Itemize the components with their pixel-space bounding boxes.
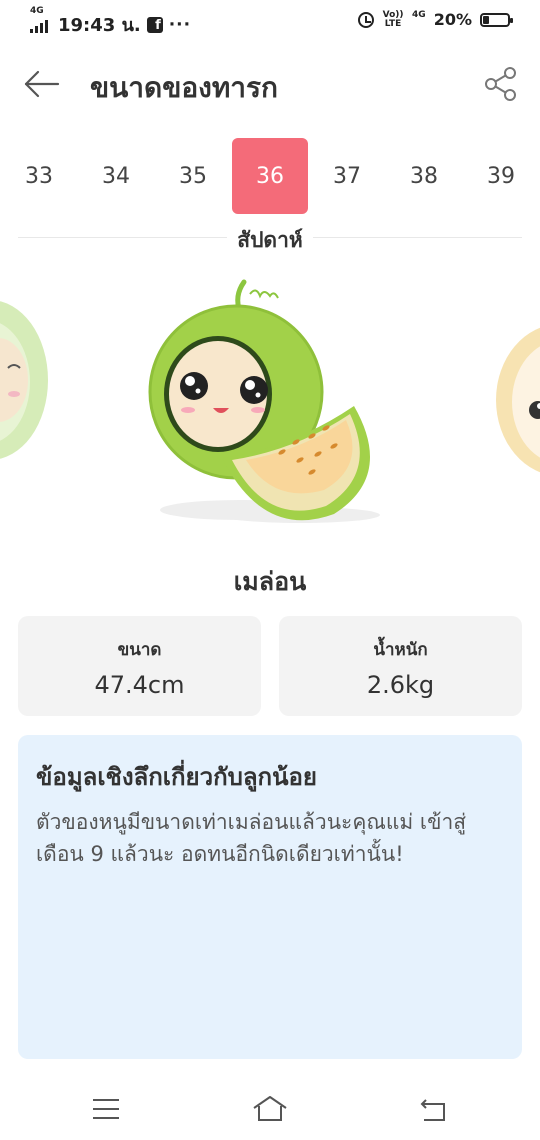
system-back-button[interactable] xyxy=(416,1094,452,1124)
signal-icon xyxy=(30,20,48,33)
week-36-selected[interactable]: 36 xyxy=(232,138,308,214)
share-button[interactable] xyxy=(484,66,518,102)
app-header: ขนาดของทารก xyxy=(0,58,540,110)
volte-indicator: Vo)) LTE xyxy=(382,9,404,29)
week-caption-label: สัปดาห์ xyxy=(227,228,313,252)
insight-card: ข้อมูลเชิงลึกเกี่ยวกับลูกน้อย ตัวของหนูม… xyxy=(18,735,522,1059)
insight-title: ข้อมูลเชิงลึกเกี่ยวกับลูกน้อย xyxy=(36,763,317,791)
weight-value: 2.6kg xyxy=(366,671,435,699)
page-title: ขนาดของทารก xyxy=(90,71,278,104)
battery-icon xyxy=(480,12,513,27)
weight-card: น้ำหนัก 2.6kg xyxy=(279,616,522,716)
status-bar: 4G 19:43 น. f ··· Vo)) LTE 4G 20% xyxy=(0,0,540,42)
week-35[interactable]: 35 xyxy=(155,138,231,214)
clock: 19:43 น. xyxy=(58,15,141,36)
size-value: 47.4cm xyxy=(94,671,185,699)
week-34[interactable]: 34 xyxy=(78,138,154,214)
recent-apps-button[interactable] xyxy=(88,1094,124,1124)
size-card: ขนาด 47.4cm xyxy=(18,616,261,716)
size-label: ขนาด xyxy=(117,640,162,660)
week-caption: สัปดาห์ xyxy=(0,224,540,257)
fruit-carousel[interactable] xyxy=(0,270,540,530)
insight-body: ตัวของหนูมีขนาดเท่าเมล่อนแล้วนะคุณแม่ เข… xyxy=(36,810,467,866)
home-icon xyxy=(253,1096,287,1121)
week-selector: 33 34 35 36 37 38 39 xyxy=(0,138,540,214)
menu-icon xyxy=(93,1099,119,1119)
arrow-left-icon xyxy=(24,70,60,98)
data-type-indicator: 4G xyxy=(412,9,426,20)
back-button[interactable] xyxy=(22,66,62,102)
home-button[interactable] xyxy=(252,1094,288,1124)
status-left: 4G 19:43 น. f ··· xyxy=(30,6,192,39)
week-37[interactable]: 37 xyxy=(309,138,385,214)
previous-fruit-icon xyxy=(0,301,48,459)
system-nav-bar xyxy=(0,1080,540,1140)
back-icon xyxy=(420,1099,445,1121)
next-fruit-icon xyxy=(496,327,540,473)
alarm-icon xyxy=(358,11,375,28)
fruit-name: เมล่อน xyxy=(233,567,307,596)
more-notifications-indicator: ··· xyxy=(168,14,192,35)
week-39[interactable]: 39 xyxy=(463,138,539,214)
share-icon xyxy=(485,67,516,101)
status-right: Vo)) LTE 4G 20% xyxy=(358,9,513,29)
week-33[interactable]: 33 xyxy=(1,138,77,214)
fruit-illustration xyxy=(0,279,540,523)
network-type: 4G xyxy=(30,6,44,16)
week-38[interactable]: 38 xyxy=(386,138,462,214)
facebook-icon: f xyxy=(146,16,163,33)
weight-label: น้ำหนัก xyxy=(373,640,428,660)
battery-percent: 20% xyxy=(433,10,472,29)
